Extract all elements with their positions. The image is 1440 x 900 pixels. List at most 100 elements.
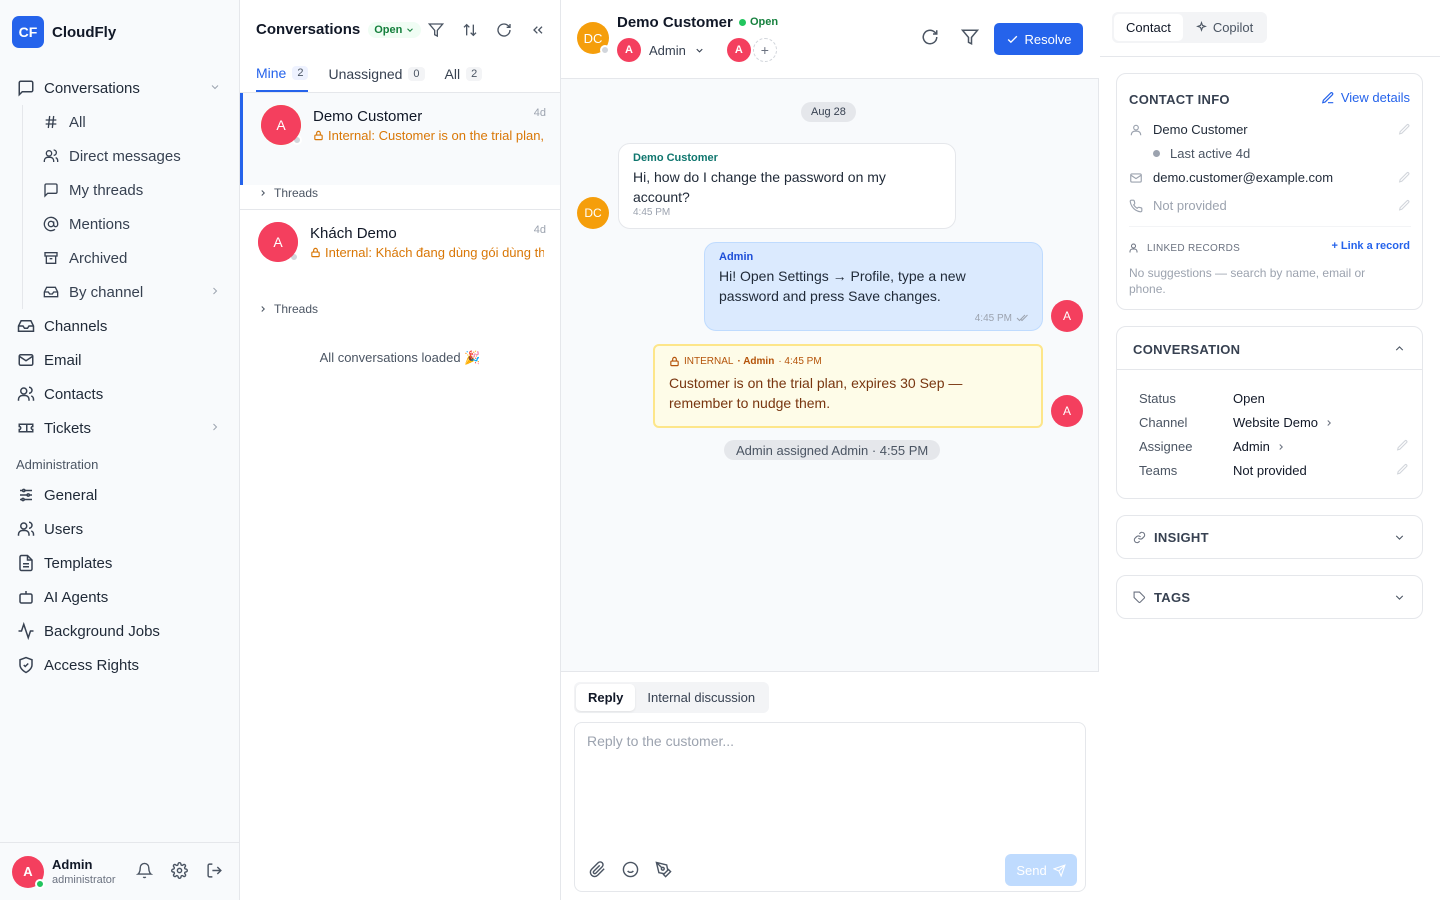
conversation-name: Demo Customer [313, 108, 423, 125]
sidebar-item-access-rights[interactable]: Access Rights [0, 648, 239, 682]
filter-icon[interactable] [428, 22, 444, 38]
last-active-row: Last active 4d [1153, 146, 1435, 161]
sidebar-item-contacts[interactable]: Contacts [0, 377, 239, 411]
add-participant-button[interactable]: + [752, 38, 777, 62]
tab-internal-discussion[interactable]: Internal discussion [635, 684, 767, 711]
refresh-icon[interactable] [496, 22, 512, 38]
bell-icon[interactable] [136, 862, 153, 879]
paperclip-icon[interactable] [589, 861, 606, 878]
details-panel: Contact Copilot CONTACT INFO View detail… [1100, 0, 1440, 900]
assignee-link[interactable]: Admin [1233, 439, 1286, 454]
row-value: Website Demo [1233, 415, 1319, 430]
logout-icon[interactable] [206, 862, 223, 879]
row-value: Open [1233, 391, 1265, 406]
send-button[interactable]: Send [1005, 854, 1077, 886]
conversation-item[interactable]: DC Demo Customer 4d Internal: Customer i… [240, 93, 560, 185]
sidebar-item-general[interactable]: General [0, 478, 239, 512]
sidebar-item-by-channel[interactable]: By channel [41, 275, 239, 309]
tab-all[interactable]: All 2 [445, 64, 483, 92]
resolve-button[interactable]: Resolve [994, 23, 1083, 55]
sidebar-item-users[interactable]: Users [0, 512, 239, 546]
sidebar-item-tickets[interactable]: Tickets [0, 411, 239, 445]
insight-card[interactable]: INSIGHT [1116, 515, 1423, 559]
status-filter-dropdown[interactable]: Open [368, 21, 422, 38]
user-info: Admin administrator [52, 857, 116, 886]
sidebar-item-mentions[interactable]: Mentions [41, 207, 239, 241]
brand[interactable]: CF CloudFly [12, 16, 116, 48]
teams-row: Teams Not provided [1139, 463, 1409, 478]
channel-link[interactable]: Website Demo [1233, 415, 1334, 430]
sidebar-item-label: AI Agents [44, 588, 109, 606]
tab-copilot[interactable]: Copilot [1183, 14, 1265, 41]
conversation-item[interactable]: KD Khách Demo 4d Internal: Khách đang dù… [240, 210, 560, 302]
sidebar-item-all[interactable]: All [41, 105, 239, 139]
card-header[interactable]: CONVERSATION [1117, 327, 1422, 370]
incoming-message: Demo Customer Hi, how do I change the pa… [618, 143, 956, 229]
contact-phone-row: Not provided [1129, 198, 1411, 213]
threads-toggle[interactable]: Threads [258, 186, 318, 200]
link-record-button[interactable]: + Link a record [1331, 240, 1410, 252]
note-label: INTERNAL [684, 356, 734, 367]
tab-unassigned[interactable]: Unassigned 0 [328, 64, 425, 92]
view-details-link[interactable]: View details [1321, 90, 1410, 105]
nav-conversations[interactable]: Conversations [0, 71, 239, 105]
tab-reply[interactable]: Reply [576, 684, 636, 711]
signature-icon[interactable] [655, 861, 672, 878]
conversation-card: CONVERSATION Status Open Channel Website… [1116, 326, 1423, 499]
sidebar-item-archived[interactable]: Archived [41, 241, 239, 275]
assignee-selector[interactable]: A Admin A + [617, 38, 777, 62]
sidebar-item-channels[interactable]: Channels [0, 309, 239, 343]
row-key: Teams [1139, 463, 1178, 478]
edit-icon[interactable] [1396, 463, 1409, 476]
sidebar-item-direct-messages[interactable]: Direct messages [41, 139, 239, 173]
message-text: Hi! Open Settings → Profile, type a new … [719, 268, 966, 304]
composer: Reply Internal discussion Send [561, 671, 1099, 900]
chevron-down-icon [209, 81, 221, 93]
emoji-icon[interactable] [622, 861, 639, 878]
reply-input[interactable] [587, 733, 1067, 749]
sidebar-item-label: Contacts [44, 385, 104, 403]
participant-avatar[interactable]: A [726, 38, 751, 62]
tab-label: Copilot [1212, 20, 1254, 35]
sidebar-item-label: Tickets [44, 419, 91, 437]
at-sign-icon [41, 214, 61, 234]
edit-icon[interactable] [1398, 199, 1411, 212]
threads-label: Threads [274, 186, 319, 200]
row-value: Not provided [1233, 463, 1307, 478]
sidebar-item-label: Channels [44, 317, 108, 335]
filter-icon[interactable] [961, 28, 979, 46]
sidebar-item-background-jobs[interactable]: Background Jobs [0, 614, 239, 648]
sidebar: CF CloudFly Conversations All Direct mes… [0, 0, 240, 900]
assignee-avatar: A [258, 222, 298, 262]
collapse-icon[interactable] [530, 22, 546, 38]
channel-row: Channel Website Demo [1139, 415, 1409, 430]
status-text: Open [750, 16, 779, 28]
threads-toggle[interactable]: Threads [258, 302, 318, 316]
section-label: LINKED RECORDS [1147, 242, 1241, 254]
current-user[interactable]: A Admin administrator [0, 842, 239, 900]
chevron-down-icon [694, 45, 705, 56]
edit-icon[interactable] [1398, 171, 1411, 184]
contact-name-row: Demo Customer [1129, 122, 1411, 137]
sidebar-item-ai-agents[interactable]: AI Agents [0, 580, 239, 614]
gear-icon[interactable] [171, 862, 188, 879]
message-avatar: A [1051, 395, 1083, 427]
contact-email: demo.customer@example.com [1153, 170, 1334, 185]
sidebar-item-email[interactable]: Email [0, 343, 239, 377]
lock-icon [310, 247, 321, 258]
list-tools [428, 22, 546, 38]
tab-contact[interactable]: Contact [1114, 14, 1183, 41]
contact-name: Demo Customer [617, 14, 733, 31]
edit-icon[interactable] [1398, 123, 1411, 136]
system-event: Admin assigned Admin · 4:55 PM [724, 440, 941, 460]
tab-mine[interactable]: Mine 2 [256, 64, 309, 92]
sidebar-item-templates[interactable]: Templates [0, 546, 239, 580]
sort-icon[interactable] [462, 22, 478, 38]
tab-label: Unassigned [328, 66, 403, 82]
inbox-icon [16, 316, 36, 336]
edit-icon[interactable] [1396, 439, 1409, 452]
tags-card[interactable]: TAGS [1116, 575, 1423, 619]
sidebar-item-my-threads[interactable]: My threads [41, 173, 239, 207]
refresh-icon[interactable] [921, 28, 939, 46]
avatar-initial: A [23, 864, 33, 879]
